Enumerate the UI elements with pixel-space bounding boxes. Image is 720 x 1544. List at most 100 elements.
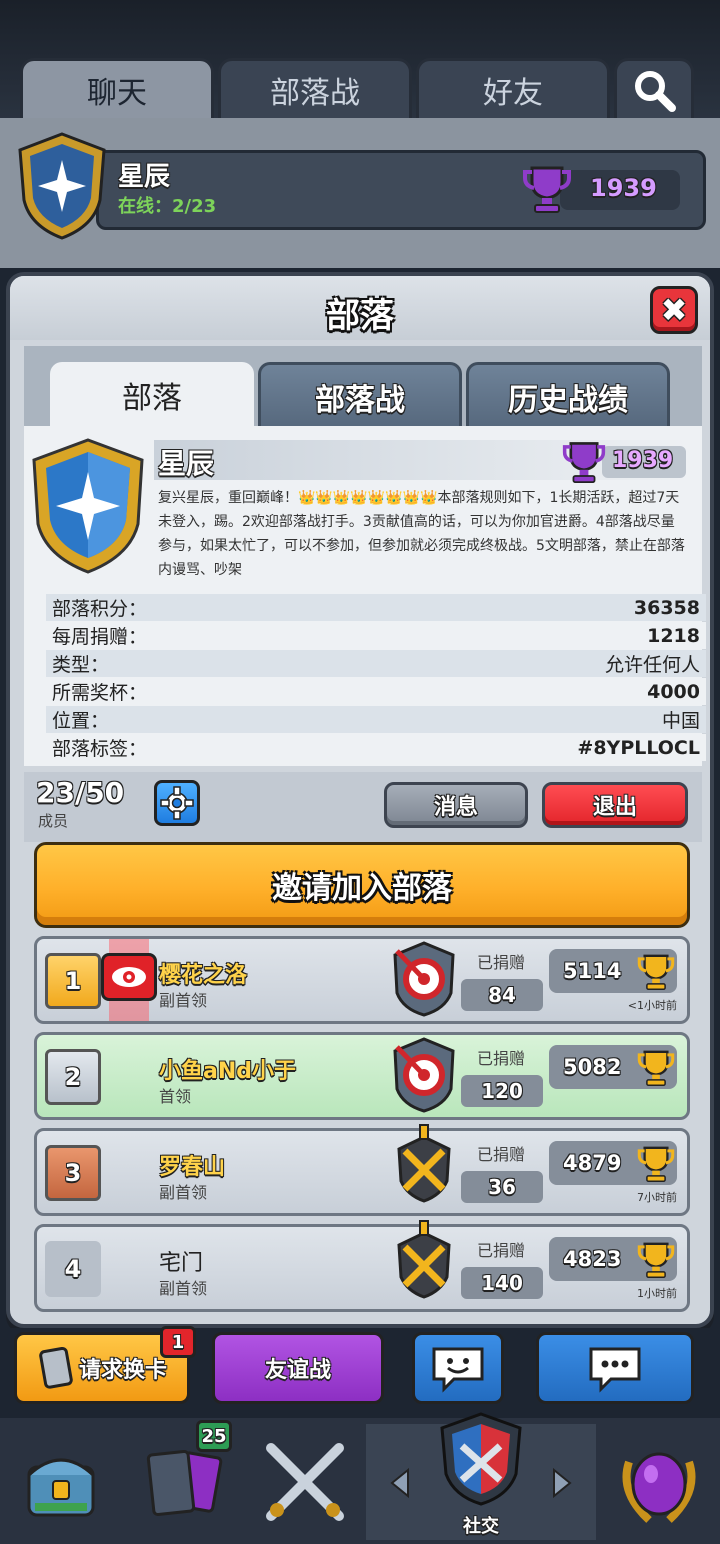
donated-label: 已捐赠	[477, 1145, 526, 1164]
tab-clan-war-inner[interactable]: 部落战	[258, 362, 462, 428]
war-target-icon	[393, 1037, 455, 1113]
chest-icon	[27, 1458, 95, 1517]
member-last-seen: <1小时前	[627, 999, 677, 1012]
member-row[interactable]: 3 罗春山 副首领 已捐赠 36 4879 7小时前	[34, 1124, 690, 1216]
search-button[interactable]	[614, 58, 694, 122]
war-target-icon	[393, 941, 455, 1017]
member-trophies: 5114	[563, 959, 622, 983]
arrow-right-icon	[553, 1467, 572, 1499]
crossed-swords-icon	[397, 1220, 451, 1299]
clan-trophy-count: 1939	[612, 448, 674, 473]
stat-row-clan-score: 部落积分： 36358	[46, 594, 706, 621]
emote-button[interactable]	[412, 1332, 504, 1404]
nav-social[interactable]: 社交	[366, 1412, 596, 1540]
member-row[interactable]: 1 樱花之洛 副首领 已捐赠 84 5114 <1小时前	[34, 936, 690, 1024]
stat-row-location: 位置： 中国	[46, 706, 706, 733]
arrow-left-icon	[390, 1467, 409, 1499]
stat-row-clan-tag: 部落标签： #8YPLLOCL	[46, 734, 706, 761]
clan-name: 星辰	[158, 447, 215, 480]
social-shield-icon	[440, 1412, 522, 1506]
stat-label: 位置：	[52, 710, 110, 732]
nav-events[interactable]	[600, 1424, 718, 1540]
members-count: 23/50	[36, 776, 125, 809]
tab-clan[interactable]: 部落	[50, 362, 254, 428]
member-role: 副首领	[159, 991, 208, 1010]
stat-label: 每周捐赠：	[52, 626, 148, 648]
crossed-swords-icon	[397, 1124, 451, 1203]
card-icon	[39, 1346, 73, 1389]
request-badge: 1	[160, 1326, 196, 1358]
member-last-seen: 7小时前	[637, 1191, 677, 1204]
tab-war-history[interactable]: 历史战绩	[466, 362, 670, 428]
friendly-battle-button[interactable]: 友谊战	[212, 1332, 384, 1404]
member-rank: 3	[45, 1145, 101, 1201]
member-last-seen: 1小时前	[637, 1287, 677, 1300]
clan-modal: 部落 ✖ 部落 部落战 历史战绩 星辰 1939 复兴星辰，重回巅峰！👑👑👑👑👑…	[6, 272, 714, 1328]
members-label: 成员	[38, 812, 69, 830]
laurel-orb-icon	[622, 1452, 696, 1523]
bg-trophy-count: 1939	[590, 174, 657, 202]
leave-button[interactable]: 退出	[542, 782, 688, 828]
stat-label: 所需奖杯：	[52, 682, 148, 704]
tab-war-history-label: 历史战绩	[508, 382, 628, 418]
stat-label: 部落积分：	[52, 598, 148, 620]
request-card-label: 请求换卡	[78, 1358, 167, 1383]
gold-trophy-icon	[637, 1242, 675, 1278]
nav-battle[interactable]	[246, 1424, 364, 1540]
message-button[interactable]: 消息	[384, 782, 528, 828]
nav-shop[interactable]	[2, 1424, 120, 1540]
clan-settings-button[interactable]	[154, 780, 200, 826]
chat-bubble-icon	[589, 1347, 641, 1393]
message-button-label: 消息	[433, 795, 478, 820]
member-trophies: 4823	[563, 1247, 622, 1271]
tab-friends[interactable]: 好友	[416, 58, 610, 122]
clan-info-box: 星辰 1939 复兴星辰，重回巅峰！👑👑👑👑👑👑👑👑本部落规则如下，1长期活跃，…	[24, 426, 706, 766]
close-button[interactable]: ✖	[650, 286, 698, 334]
member-role: 副首领	[159, 1183, 208, 1202]
eye-icon	[112, 967, 146, 987]
clan-trophy-icon	[562, 442, 606, 483]
member-row[interactable]: 2 小鱼aNd小于 首领 已捐赠 120 5082	[34, 1032, 690, 1120]
tab-clan-war-label: 部落战	[270, 76, 360, 111]
stat-row-required-trophies: 所需奖杯： 4000	[46, 678, 706, 705]
member-name: 樱花之洛	[159, 963, 248, 988]
chat-button[interactable]	[536, 1332, 694, 1404]
clan-description: 复兴星辰，重回巅峰！👑👑👑👑👑👑👑👑本部落规则如下，1长期活跃，超过7天未登入，…	[158, 490, 685, 578]
tab-clan-war-inner-label: 部落战	[315, 382, 405, 418]
donated-label: 已捐赠	[477, 953, 526, 972]
member-name: 小鱼aNd小于	[159, 1059, 297, 1084]
stat-row-weekly-donations: 每周捐赠： 1218	[46, 622, 706, 649]
member-trophies: 5082	[563, 1055, 622, 1079]
member-role: 首领	[159, 1087, 192, 1106]
friendly-battle-label: 友谊战	[264, 1358, 331, 1383]
invite-button-label: 邀请加入部落	[272, 871, 452, 906]
stat-value: #8YPLLOCL	[577, 736, 700, 759]
spectate-button[interactable]	[101, 953, 157, 1001]
tab-friends-label: 好友	[483, 76, 543, 111]
donated-label: 已捐赠	[477, 1049, 526, 1068]
member-rank: 2	[45, 1049, 101, 1105]
donated-value: 84	[461, 979, 543, 1011]
stat-value: 中国	[661, 710, 700, 732]
stat-value: 允许任何人	[604, 654, 700, 676]
tab-chat[interactable]: 聊天	[20, 58, 214, 122]
member-rank: 1	[45, 953, 101, 1009]
stat-value: 1218	[647, 624, 700, 647]
member-rank: 4	[45, 1241, 101, 1297]
close-icon: ✖	[660, 291, 688, 329]
invite-button[interactable]: 邀请加入部落	[34, 842, 690, 928]
nav-social-label: 社交	[463, 1516, 499, 1537]
bg-clan-name: 星辰	[118, 162, 171, 192]
clan-badge-large-icon	[32, 438, 144, 574]
tab-chat-label: 聊天	[87, 76, 147, 111]
clan-stats: 部落积分： 36358 每周捐赠： 1218 类型： 允许任何人 所需奖杯： 4000 …	[24, 594, 706, 762]
gold-trophy-icon	[637, 1050, 675, 1086]
tab-clan-label: 部落	[122, 381, 182, 416]
member-trophies: 4879	[563, 1151, 622, 1175]
donated-value: 36	[461, 1171, 543, 1203]
donated-label: 已捐赠	[477, 1241, 526, 1260]
member-name: 宅门	[159, 1251, 204, 1276]
member-row[interactable]: 4 宅门 副首领 已捐赠 140 4823 1小时前	[34, 1220, 690, 1312]
donated-value: 140	[461, 1267, 543, 1299]
tab-clan-war[interactable]: 部落战	[218, 58, 412, 122]
